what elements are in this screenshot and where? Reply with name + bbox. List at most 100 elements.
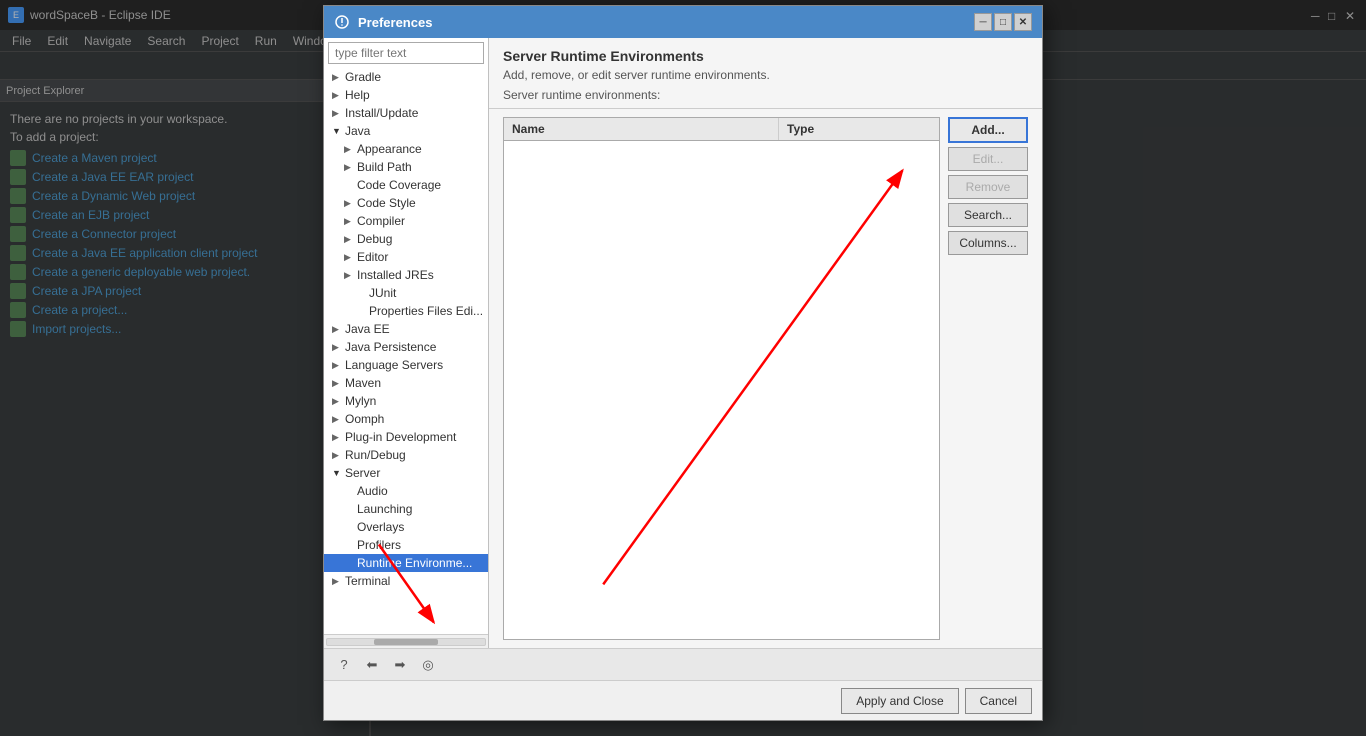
tree-item-language-servers[interactable]: ▶ Language Servers [324,356,488,374]
import-prefs-btn[interactable]: ⬅ [360,653,384,677]
tree-arrow-language-servers: ▶ [332,360,342,371]
dialog-maximize-btn[interactable]: □ [994,13,1012,31]
tree-label-profilers: Profilers [357,538,401,552]
tree-label-build-path: Build Path [357,160,412,174]
tree-scrollbar[interactable] [324,634,488,648]
tree-label-java-ee: Java EE [345,322,390,336]
search-button[interactable]: Search... [948,203,1028,227]
dialog-titlebar: Preferences ─ □ ✕ [324,6,1042,38]
tree-label-terminal: Terminal [345,574,390,588]
tree-label-overlays: Overlays [357,520,404,534]
tree-item-mylyn[interactable]: ▶ Mylyn [324,392,488,410]
tree-label-installed-jres: Installed JREs [357,268,434,282]
tree-item-junit[interactable]: ▶ JUnit [324,284,488,302]
tree-item-build-path[interactable]: ▶ Build Path [324,158,488,176]
tree-label-java-persistence: Java Persistence [345,340,436,354]
tree-item-terminal[interactable]: ▶ Terminal [324,572,488,590]
tree-item-runtime-environments[interactable]: ▶ Runtime Environme... [324,554,488,572]
content-description: Add, remove, or edit server runtime envi… [503,68,1028,82]
tree-label-editor: Editor [357,250,388,264]
tree-label-runtime-environments: Runtime Environme... [357,556,472,570]
edit-button[interactable]: Edit... [948,147,1028,171]
add-button[interactable]: Add... [948,117,1028,143]
tree-scrollbar-track[interactable] [326,638,486,646]
dialog-minimize-btn[interactable]: ─ [974,13,992,31]
tree-item-code-style[interactable]: ▶ Code Style [324,194,488,212]
tree-item-plugin-dev[interactable]: ▶ Plug-in Development [324,428,488,446]
col-type-header: Type [779,118,939,140]
export-prefs-btn[interactable]: ➡ [388,653,412,677]
tree-label-mylyn: Mylyn [345,394,376,408]
dialog-close-btn[interactable]: ✕ [1014,13,1032,31]
tree-item-java[interactable]: ▼ Java [324,122,488,140]
tree-label-code-coverage: Code Coverage [357,178,441,192]
remove-button[interactable]: Remove [948,175,1028,199]
tree-item-profilers[interactable]: ▶ Profilers [324,536,488,554]
tree-arrow-terminal: ▶ [332,576,342,587]
tree-arrow-compiler: ▶ [344,216,354,227]
preferences-dialog: Preferences ─ □ ✕ ▶ Gradle [323,5,1043,721]
tree-item-appearance[interactable]: ▶ Appearance [324,140,488,158]
tree-label-code-style: Code Style [357,196,416,210]
tree-arrow-debug: ▶ [344,234,354,245]
columns-button[interactable]: Columns... [948,231,1028,255]
settings-icon-btn[interactable]: ◎ [416,653,440,677]
tree-item-installed-jres[interactable]: ▶ Installed JREs [324,266,488,284]
tree-arrow-code-style: ▶ [344,198,354,209]
tree-item-oomph[interactable]: ▶ Oomph [324,410,488,428]
tree-item-debug[interactable]: ▶ Debug [324,230,488,248]
tree-item-java-persistence[interactable]: ▶ Java Persistence [324,338,488,356]
preferences-dialog-icon [334,14,350,30]
content-sublabel: Server runtime environments: [503,88,1028,102]
tree-arrow-java-ee: ▶ [332,324,342,335]
tree-item-properties-files[interactable]: ▶ Properties Files Edi... [324,302,488,320]
tree-item-install-update[interactable]: ▶ Install/Update [324,104,488,122]
filter-input[interactable] [328,42,484,64]
tree-item-run-debug[interactable]: ▶ Run/Debug [324,446,488,464]
tree-item-gradle[interactable]: ▶ Gradle [324,68,488,86]
tree-arrow-gradle: ▶ [332,72,342,83]
tree-label-maven: Maven [345,376,381,390]
tree-label-appearance: Appearance [357,142,422,156]
tree-label-properties-files: Properties Files Edi... [369,304,483,318]
tree-arrow-oomph: ▶ [332,414,342,425]
tree-item-maven[interactable]: ▶ Maven [324,374,488,392]
tree-label-language-servers: Language Servers [345,358,443,372]
table-action-buttons: Add... Edit... Remove Search... Columns.… [948,117,1028,640]
tree-label-launching: Launching [357,502,412,516]
tree-arrow-editor: ▶ [344,252,354,263]
tree-item-overlays[interactable]: ▶ Overlays [324,518,488,536]
dialog-title: Preferences [358,15,966,30]
tree-label-compiler: Compiler [357,214,405,228]
dialog-body: ▶ Gradle ▶ Help ▶ Install/Update ▼ [324,38,1042,648]
content-title: Server Runtime Environments [503,48,1028,64]
tree-scrollbar-thumb [374,639,437,645]
preferences-content-panel: Server Runtime Environments Add, remove,… [489,38,1042,648]
tree-item-java-ee[interactable]: ▶ Java EE [324,320,488,338]
table-body [504,141,939,638]
tree-item-help[interactable]: ▶ Help [324,86,488,104]
tree-item-code-coverage[interactable]: ▶ Code Coverage [324,176,488,194]
help-icon-btn[interactable]: ? [332,653,356,677]
tree-item-server[interactable]: ▼ Server [324,464,488,482]
tree-label-server: Server [345,466,380,480]
dialog-actions: Apply and Close Cancel [324,680,1042,720]
tree-arrow-plugin-dev: ▶ [332,432,342,443]
tree-item-audio[interactable]: ▶ Audio [324,482,488,500]
table-header: Name Type [504,118,939,141]
tree-label-plugin-dev: Plug-in Development [345,430,456,444]
tree-label-junit: JUnit [369,286,396,300]
dialog-bottom-toolbar: ? ⬅ ➡ ◎ [324,648,1042,680]
tree-item-compiler[interactable]: ▶ Compiler [324,212,488,230]
apply-close-button[interactable]: Apply and Close [841,688,958,714]
tree-label-help: Help [345,88,370,102]
tree-item-launching[interactable]: ▶ Launching [324,500,488,518]
tree-label-gradle: Gradle [345,70,381,84]
dialog-window-controls: ─ □ ✕ [974,13,1032,31]
tree-arrow-appearance: ▶ [344,144,354,155]
tree-label-run-debug: Run/Debug [345,448,406,462]
tree-arrow-java-persistence: ▶ [332,342,342,353]
tree-item-editor[interactable]: ▶ Editor [324,248,488,266]
cancel-button[interactable]: Cancel [965,688,1032,714]
content-header: Server Runtime Environments Add, remove,… [489,38,1042,109]
